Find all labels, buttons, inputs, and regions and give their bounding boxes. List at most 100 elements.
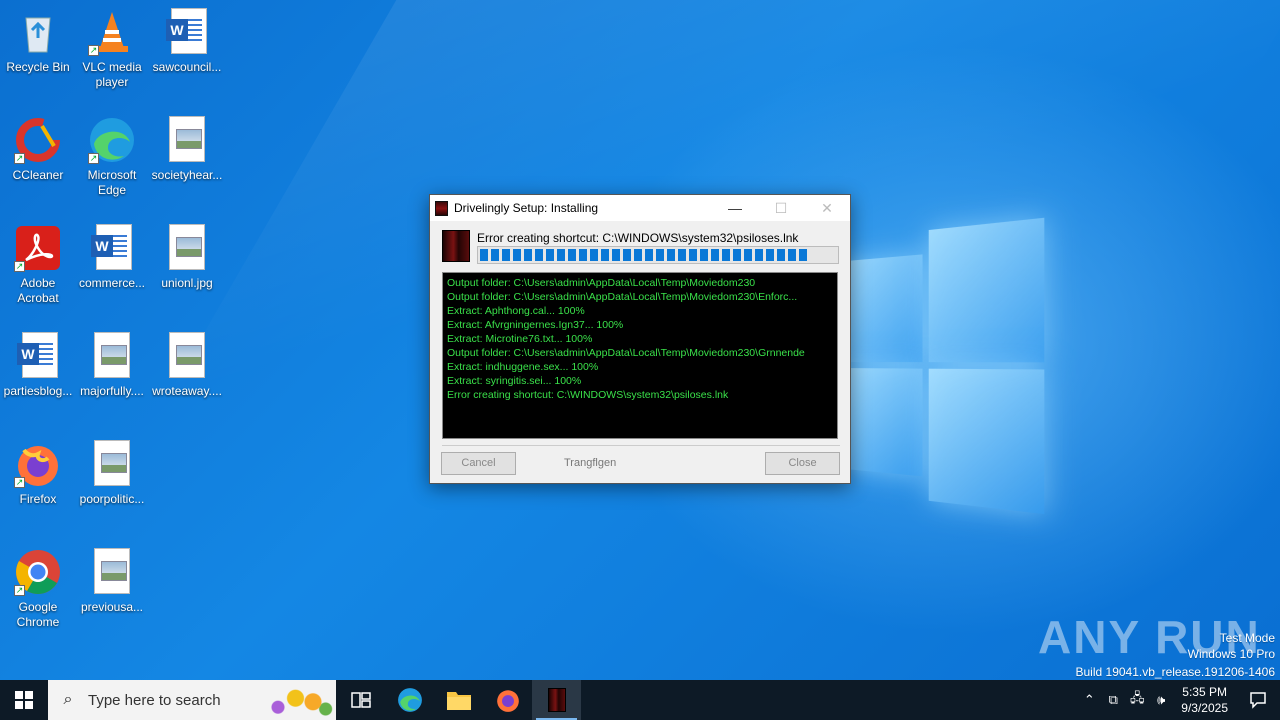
installer-branding-text: Trangflgen: [564, 457, 616, 469]
desktop-icon-label: VLC media player: [82, 60, 141, 89]
desktop-icon-label: sawcouncil...: [153, 60, 222, 74]
close-window-button: ✕: [804, 195, 850, 221]
log-line: Output folder: C:\Users\admin\AppData\Lo…: [447, 346, 833, 360]
desktop-icon-chrome[interactable]: ↗ Google Chrome: [0, 548, 76, 630]
desktop-icon-label: partiesblog...: [4, 384, 73, 398]
progress-fill: [480, 249, 808, 261]
desktop-icon-label: Microsoft Edge: [88, 168, 137, 197]
log-line: Extract: Afvrgningernes.Ign37... 100%: [447, 318, 833, 332]
log-line: Extract: syringitis.sei... 100%: [447, 374, 833, 388]
desktop-icon-commerce[interactable]: W commerce...: [74, 224, 150, 291]
desktop-icon-acrobat[interactable]: ↗ Adobe Acrobat: [0, 224, 76, 306]
dialog-title: Drivelingly Setup: Installing: [454, 201, 598, 215]
chevron-up-icon[interactable]: ⌃: [1077, 692, 1101, 708]
log-line: Extract: Aphthong.cal... 100%: [447, 304, 833, 318]
desktop-icon-ccleaner[interactable]: ↗ CCleaner: [0, 116, 76, 183]
image-file-icon: [163, 332, 211, 380]
taskbar-edge-button[interactable]: [385, 680, 434, 720]
log-line: Extract: indhuggene.sex... 100%: [447, 360, 833, 374]
image-file-icon: [88, 440, 136, 488]
desktop-icon-majorfully[interactable]: majorfully....: [74, 332, 150, 399]
installer-banner-icon: [442, 230, 470, 262]
log-line: Extract: Microtine76.txt... 100%: [447, 332, 833, 346]
search-placeholder: Type here to search: [88, 692, 221, 709]
clock-time: 5:35 PM: [1181, 684, 1228, 700]
firefox-icon: ↗: [14, 440, 62, 488]
desktop-icon-wroteaway[interactable]: wroteaway....: [149, 332, 225, 399]
desktop-icon-label: wroteaway....: [152, 384, 222, 398]
volume-icon[interactable]: 🕪: [1149, 692, 1173, 708]
install-progress-bar: [477, 246, 839, 264]
image-file-icon: [88, 548, 136, 596]
desktop-icon-societyhear[interactable]: societyhear...: [149, 116, 225, 183]
desktop-icon-vlc[interactable]: ↗ VLC media player: [74, 8, 150, 90]
dialog-separator: [442, 445, 840, 446]
installer-app-icon: [435, 201, 448, 216]
build-text: Build 19041.vb_release.191206-1406: [1076, 665, 1276, 679]
firefox-icon: [495, 687, 521, 713]
maximize-button: ☐: [758, 195, 804, 221]
image-file-icon: [163, 224, 211, 272]
vlc-cone-icon: ↗: [88, 8, 136, 56]
desktop-icon-label: majorfully....: [80, 384, 144, 398]
search-icon: ⌕: [48, 691, 88, 709]
install-log[interactable]: Output folder: C:\Users\admin\AppData\Lo…: [442, 272, 838, 439]
network-icon[interactable]: 🖧: [1125, 689, 1149, 711]
notification-center-button[interactable]: [1236, 680, 1280, 720]
desktop-icon-unionl[interactable]: unionl.jpg: [149, 224, 225, 291]
desktop-icon-label: Firefox: [20, 492, 57, 506]
system-tray: ⌃ ⧉ 🖧 🕪 5:35 PM 9/3/2025: [1077, 680, 1280, 720]
desktop-icon-previousa[interactable]: previousa...: [74, 548, 150, 615]
start-button[interactable]: [0, 680, 48, 720]
desktop-icon-edge[interactable]: ↗ Microsoft Edge: [74, 116, 150, 198]
shortcut-arrow-icon: ↗: [14, 477, 25, 488]
taskbar-installer-button[interactable]: [532, 680, 581, 720]
edge-icon: ↗: [88, 116, 136, 164]
desktop-icon-label: unionl.jpg: [161, 276, 212, 290]
desktop-icon-label: Recycle Bin: [6, 60, 69, 74]
log-line: Output folder: C:\Users\admin\AppData\Lo…: [447, 276, 833, 290]
desktop-icon-label: Google Chrome: [17, 600, 60, 629]
cancel-button: Cancel: [441, 452, 516, 475]
windows-logo-graphic: [835, 218, 1044, 503]
desktop-icon-label: societyhear...: [152, 168, 223, 182]
test-mode-text: Test Mode: [1220, 631, 1275, 645]
windows-start-icon: [15, 691, 33, 709]
minimize-button[interactable]: —: [712, 195, 758, 221]
notification-icon: [1249, 691, 1267, 709]
shortcut-arrow-icon: ↗: [14, 261, 25, 272]
recycle-bin-icon: [14, 8, 62, 56]
taskbar-file-explorer-button[interactable]: [434, 680, 483, 720]
clock-date: 9/3/2025: [1181, 700, 1228, 716]
taskbar-clock[interactable]: 5:35 PM 9/3/2025: [1173, 684, 1236, 716]
image-file-icon: [88, 332, 136, 380]
edge-icon: [397, 687, 423, 713]
network-adapter-icon[interactable]: ⧉: [1101, 692, 1125, 708]
word-document-icon: W: [88, 224, 136, 272]
taskbar-search-box[interactable]: ⌕ Type here to search: [48, 680, 336, 720]
desktop-icon-partiesblog[interactable]: W partiesblog...: [0, 332, 76, 399]
adobe-acrobat-icon: ↗: [14, 224, 62, 272]
desktop-icon-label: previousa...: [81, 600, 143, 614]
search-highlight-graphic: [264, 682, 334, 718]
dialog-title-bar[interactable]: Drivelingly Setup: Installing — ☐ ✕: [430, 195, 850, 221]
shortcut-arrow-icon: ↗: [88, 45, 99, 56]
shortcut-arrow-icon: ↗: [14, 585, 25, 596]
word-document-icon: W: [163, 8, 211, 56]
desktop-icon-label: Adobe Acrobat: [17, 276, 58, 305]
desktop-icon-label: CCleaner: [13, 168, 64, 182]
word-document-icon: W: [14, 332, 62, 380]
install-status-text: Error creating shortcut: C:\WINDOWS\syst…: [477, 231, 798, 245]
desktop-icon-firefox[interactable]: ↗ Firefox: [0, 440, 76, 507]
log-line: Output folder: C:\Users\admin\AppData\Lo…: [447, 290, 833, 304]
folder-icon: [446, 689, 472, 711]
desktop-icon-label: commerce...: [79, 276, 145, 290]
desktop-icon-recycle-bin[interactable]: Recycle Bin: [0, 8, 76, 75]
task-view-button[interactable]: [336, 680, 385, 720]
installer-app-icon: [548, 688, 566, 712]
desktop-icon-poorpolitic[interactable]: poorpolitic...: [74, 440, 150, 507]
taskbar-firefox-button[interactable]: [483, 680, 532, 720]
shortcut-arrow-icon: ↗: [88, 153, 99, 164]
desktop-icon-sawcouncil[interactable]: W sawcouncil...: [149, 8, 225, 75]
installer-dialog: Drivelingly Setup: Installing — ☐ ✕ Erro…: [429, 194, 851, 484]
